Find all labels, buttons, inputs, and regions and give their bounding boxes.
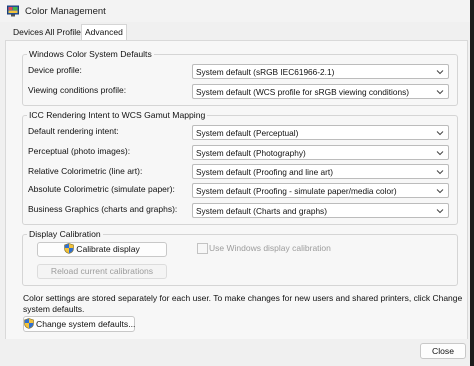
business-graphics-value: System default (Charts and graphs) [196,206,327,216]
tab-advanced[interactable]: Advanced [81,24,127,41]
absolute-colorimetric-select[interactable]: System default (Proofing - simulate pape… [192,183,449,198]
chevron-down-icon [436,189,444,194]
perceptual-label: Perceptual (photo images): [28,146,131,156]
display-calibration-legend: Display Calibration [27,229,103,239]
shield-icon [64,243,75,254]
chevron-down-icon [436,170,444,175]
use-windows-calibration-label: Use Windows display calibration [209,243,331,253]
color-management-window: Color Management Devices All Profiles Ad… [0,0,470,366]
default-intent-value: System default (Perceptual) [196,128,299,138]
relative-colorimetric-label: Relative Colorimetric (line art): [28,166,143,176]
change-system-defaults-label: Change system defaults... [36,319,136,329]
color-management-app-icon [7,5,19,17]
relative-colorimetric-select[interactable]: System default (Proofing and line art) [192,164,449,179]
calibrate-display-label: Calibrate display [76,244,140,254]
close-button-label: Close [432,346,454,356]
reload-calibrations-label: Reload current calibrations [50,266,154,276]
close-button[interactable]: Close [420,343,466,359]
viewing-conditions-value: System default (WCS profile for sRGB vie… [196,87,410,97]
change-system-defaults-button[interactable]: Change system defaults... [23,316,135,332]
chevron-down-icon [436,209,444,214]
perceptual-select[interactable]: System default (Photography) [192,145,449,160]
business-graphics-label: Business Graphics (charts and graphs): [28,204,178,214]
relative-colorimetric-value: System default (Proofing and line art) [196,167,333,177]
use-windows-calibration-checkbox[interactable] [197,243,208,254]
wcs-defaults-legend: Windows Color System Defaults [27,49,154,59]
chevron-down-icon [436,90,444,95]
chevron-down-icon [436,131,444,136]
window-title: Color Management [25,6,106,17]
icc-mapping-legend: ICC Rendering Intent to WCS Gamut Mappin… [27,110,208,120]
tab-devices[interactable]: Devices [10,25,46,39]
device-profile-select[interactable]: System default (sRGB IEC61966-2.1) [192,64,449,79]
default-intent-label: Default rendering intent: [28,126,119,136]
business-graphics-select[interactable]: System default (Charts and graphs) [192,203,449,218]
shield-icon [24,318,34,329]
device-profile-value: System default (sRGB IEC61966-2.1) [196,67,335,77]
absolute-colorimetric-label: Absolute Colorimetric (simulate paper): [28,184,175,194]
dialog-footer [0,339,470,366]
title-bar[interactable]: Color Management [0,0,470,22]
absolute-colorimetric-value: System default (Proofing - simulate pape… [196,186,397,196]
chevron-down-icon [436,70,444,75]
calibrate-display-button[interactable]: Calibrate display [37,242,167,257]
perceptual-value: System default (Photography) [196,148,306,158]
viewing-conditions-select[interactable]: System default (WCS profile for sRGB vie… [192,84,449,99]
default-intent-select[interactable]: System default (Perceptual) [192,125,449,140]
reload-calibrations-button[interactable]: Reload current calibrations [37,264,167,279]
device-profile-label: Device profile: [28,65,82,75]
chevron-down-icon [436,151,444,156]
viewing-conditions-label: Viewing conditions profile: [28,85,127,95]
settings-note: Color settings are stored separately for… [23,293,463,314]
